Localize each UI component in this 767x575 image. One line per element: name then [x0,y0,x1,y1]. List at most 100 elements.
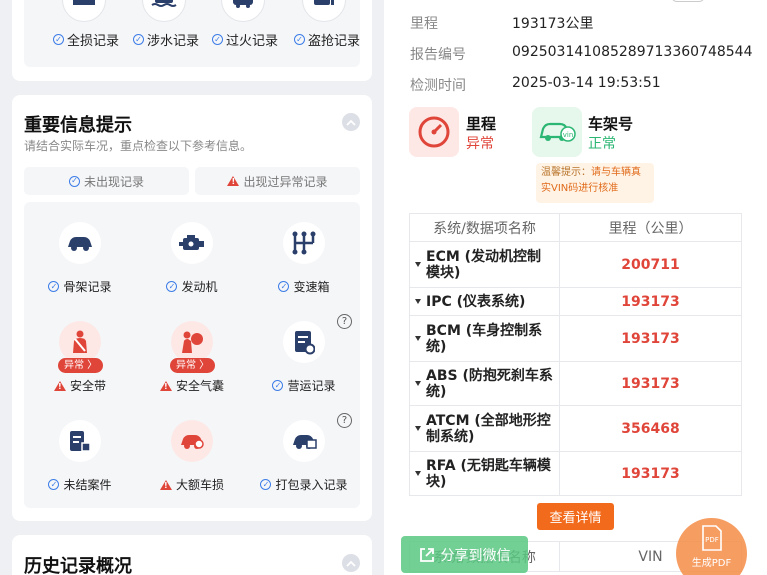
system-name-cell: ABS (防抱死刹车系统) [409,361,560,406]
abnormal-badge[interactable]: 异常 〉 [170,358,216,373]
item-label: 大额车损 [136,476,248,493]
table-row[interactable]: ATCM (全部地形控制系统) 356468 [409,405,742,452]
item-engine[interactable]: ✓ 发动机 [136,212,248,308]
vin-car-icon: vin [532,107,582,157]
item-gearbox[interactable]: ✓ 变速箱 [248,212,360,308]
total-loss-label: ✓ 全损记录 [53,30,119,49]
mileage-value-cell: 193173 [559,361,742,406]
vin-icon-text: vin [563,131,574,139]
table-row[interactable]: BCM (车身控制系统) 193173 [409,315,742,362]
caret-down-icon [415,425,421,431]
airbag-icon [171,321,213,363]
collapse-button[interactable] [342,113,360,131]
legend-normal-text: 未出现记录 [83,174,144,189]
label-text: 骨架记录 [63,280,112,294]
label-text: 涉水记录 [147,34,200,49]
info-label: 检测时间 [410,78,466,94]
info-label: 报告编号 [410,47,466,63]
car-frame-icon [59,222,101,264]
check-icon: ✓ [48,479,60,490]
item-pending-case[interactable]: ✓ 未结案件 [24,410,136,506]
item-seatbelt[interactable]: 异常 〉 安全带 [24,311,136,407]
help-icon[interactable]: ? [337,413,352,428]
risk-records-grid: ✓ 全损记录 ✓ 涉水记录 ✓ 过火记录 ✓ 盗抢记录 [24,0,360,67]
partial-button[interactable] [671,0,705,2]
check-icon: ✓ [166,281,178,292]
table-header: 系统/数据项名称 [409,213,560,242]
system-name-cell: IPC (仪表系统) [409,287,560,316]
chevron-up-icon [346,119,356,126]
caret-down-icon [415,298,421,304]
item-label: 安全气囊 [136,377,248,394]
caret-down-icon [415,261,421,267]
check-icon: ✓ [212,34,223,45]
system-name-cell: ATCM (全部地形控制系统) [409,405,560,452]
pdf-icon-text: PDF [705,536,719,544]
car-crushed-icon [62,0,106,22]
commercial-record-icon [283,321,325,363]
engine-icon [171,222,213,264]
table-row[interactable]: RFA (无钥匙车辆模块) 193173 [409,451,742,496]
info-value: 092503141085289713360748544 [512,44,753,60]
legend-abnormal-text: 出现过异常记录 [243,174,328,189]
car-water-icon [142,0,186,22]
item-label: ✓ 打包录入记录 [248,476,360,493]
mileage-value-cell: 356468 [559,405,742,452]
system-name: ECM (发动机控制模块) [426,248,542,281]
mileage-value-cell: 193173 [559,451,742,496]
system-name: BCM (车身控制系统) [426,322,543,355]
check-icon: ✓ [53,34,64,45]
info-value: 2025-03-14 19:53:51 [512,75,661,91]
package-entry-icon [283,420,325,462]
item-label: ✓ 未结案件 [24,476,136,493]
warning-icon [159,380,172,391]
abnormal-badge[interactable]: 异常 〉 [58,358,104,373]
major-damage-icon [171,420,213,462]
important-info-card: 重要信息提示 请结合实际车况，重点检查以下参考信息。 ✓未出现记录 出现过异常记… [12,95,372,521]
table-header: 里程（公里） [559,213,742,242]
history-card: 历史记录概况 [12,535,372,575]
vin-status-value: 正常 [588,136,616,152]
caret-down-icon [415,335,421,341]
system-name: IPC (仪表系统) [426,293,526,310]
label-text: 全损记录 [67,34,120,49]
item-label: 安全带 [24,377,136,394]
seatbelt-icon [59,321,101,363]
table-row[interactable]: ABS (防抱死刹车系统) 193173 [409,361,742,406]
check-icon: ✓ [278,281,290,292]
info-label: 里程 [410,16,438,32]
right-panel: 里程 193173公里 报告编号 09250314108528971336074… [384,0,767,575]
check-icon: ✓ [68,175,80,187]
item-major-damage[interactable]: 大额车损 [136,410,248,506]
help-icon[interactable]: ? [337,314,352,329]
mileage-status-name: 里程 [466,115,497,133]
warning-icon [53,380,66,391]
section-title: 历史记录概况 [24,556,132,575]
table-row[interactable]: ECM (发动机控制模块) 200711 [409,241,742,288]
label-text: 发动机 [181,280,218,294]
mileage-value-cell: 193173 [559,287,742,316]
legend-normal: ✓ 未出现记录 [24,167,189,195]
label-text: 大额车损 [175,478,224,492]
fire-damage-label: ✓ 过火记录 [212,30,278,49]
gearbox-icon [283,222,325,264]
label-text: 打包录入记录 [275,478,348,492]
label-text: 安全气囊 [175,379,224,393]
share-label: 分享到微信 [440,547,511,564]
caret-down-icon [415,380,421,386]
share-icon [419,547,434,562]
item-label: ✓ 发动机 [136,278,248,295]
label-text: 营运记录 [287,379,336,393]
view-details-button[interactable]: 查看详情 [537,503,614,530]
table-row[interactable]: IPC (仪表系统) 193173 [409,287,742,316]
label-text: 变速箱 [293,280,330,294]
mileage-table: 系统/数据项名称 里程（公里） ECM (发动机控制模块) 200711 IPC… [409,213,742,496]
speedometer-icon [409,107,459,157]
share-wechat-button[interactable]: 分享到微信 [401,536,528,573]
pending-case-icon [59,420,101,462]
label-text: 过火记录 [226,34,279,49]
collapse-button[interactable] [342,554,360,572]
system-name: ABS (防抱死刹车系统) [426,367,553,400]
item-frame[interactable]: ✓ 骨架记录 [24,212,136,308]
item-airbag[interactable]: 异常 〉 安全气囊 [136,311,248,407]
